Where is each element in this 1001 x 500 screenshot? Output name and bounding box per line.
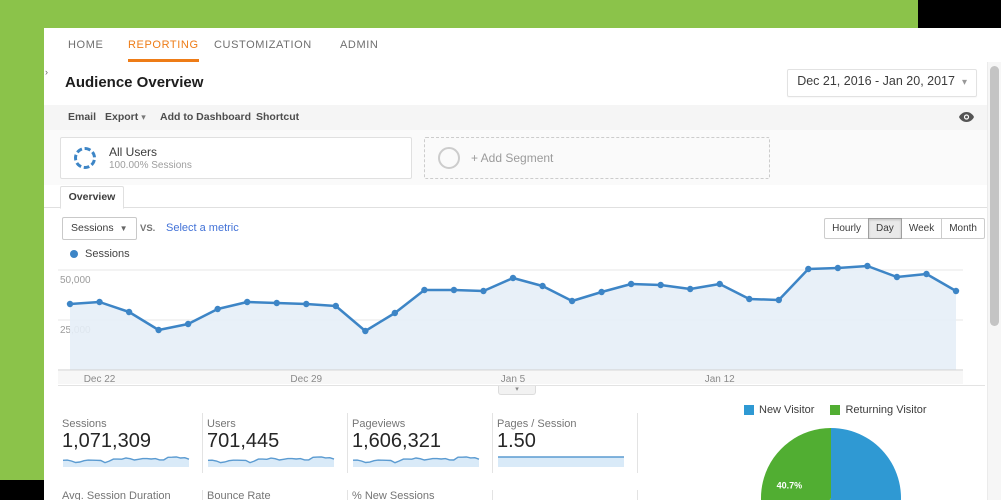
metric-card-users: Users 701,445: [207, 413, 348, 473]
metric-label[interactable]: Bounce Rate: [207, 490, 271, 500]
metric-card-pages-per-session: Pages / Session 1.50: [497, 413, 638, 473]
svg-text:Jan 5: Jan 5: [501, 374, 526, 384]
email-button[interactable]: Email: [68, 105, 96, 130]
export-button[interactable]: Export ▾: [105, 105, 146, 130]
metric-value: 701,445: [207, 430, 280, 452]
segment-subtitle: 100.00% Sessions: [109, 160, 192, 171]
sessions-sparkline: [62, 456, 190, 467]
sessions-legend-label: Sessions: [85, 248, 130, 260]
sessions-line-chart: 25,00050,000Dec 22Dec 29Jan 5Jan 12: [58, 262, 963, 384]
nav-item-reporting[interactable]: REPORTING: [128, 28, 199, 62]
granularity-day-button[interactable]: Day: [868, 218, 902, 239]
legend-label: New Visitor: [759, 404, 815, 416]
vertical-scrollbar: [987, 62, 1001, 500]
metric-label[interactable]: Pageviews: [352, 418, 405, 430]
metric-label[interactable]: Users: [207, 418, 236, 430]
legend-returning-visitor: Returning Visitor: [830, 404, 927, 416]
nav-item-customization[interactable]: CUSTOMIZATION: [214, 28, 312, 62]
report-toolbar: Email Export ▾ Add to Dashboard Shortcut: [44, 105, 1001, 131]
date-range-selector[interactable]: Dec 21, 2016 - Jan 20, 2017 ▾: [787, 69, 977, 97]
report-header: › Audience Overview Dec 21, 2016 - Jan 2…: [44, 62, 1001, 106]
returning-visitor-swatch-icon: [830, 405, 841, 415]
scrollbar-thumb[interactable]: [990, 66, 999, 326]
tab-divider: [44, 207, 988, 208]
metric-label[interactable]: Sessions: [62, 418, 107, 430]
visitor-type-pie-chart: 40.7%: [760, 428, 901, 500]
add-segment-button[interactable]: + Add Segment: [424, 137, 770, 179]
add-to-dashboard-button[interactable]: Add to Dashboard: [160, 105, 251, 130]
top-nav: HOME REPORTING CUSTOMIZATION ADMIN: [44, 28, 1001, 63]
legend-label: Returning Visitor: [845, 404, 927, 416]
users-sparkline: [207, 456, 335, 467]
insights-eye-icon[interactable]: [958, 110, 975, 129]
svg-text:50,000: 50,000: [60, 275, 91, 286]
metric-value: 1.50: [497, 430, 536, 452]
tab-overview[interactable]: Overview: [60, 186, 124, 209]
segment-title: All Users: [109, 145, 158, 159]
nav-item-admin[interactable]: ADMIN: [340, 28, 378, 62]
date-range-text: Dec 21, 2016 - Jan 20, 2017: [797, 74, 955, 88]
metric-card-new-sessions: % New Sessions: [352, 490, 493, 500]
caret-down-icon: ▾: [141, 112, 146, 122]
nav-item-home[interactable]: HOME: [68, 28, 103, 62]
segment-ring-icon: [74, 147, 96, 169]
caret-down-icon: ▾: [961, 77, 967, 88]
select-a-metric-link[interactable]: Select a metric: [166, 222, 239, 234]
chart-controls: Sessions ▼ VS. Select a metric Hourly Day…: [44, 212, 1001, 244]
new-visitor-swatch-icon: [744, 405, 754, 415]
add-segment-ring-icon: [438, 147, 460, 169]
frame-green-left: [0, 0, 44, 480]
sidebar-expand-icon[interactable]: ›: [45, 67, 48, 77]
svg-text:Dec 22: Dec 22: [84, 374, 116, 384]
metric-card-pageviews: Pageviews 1,606,321: [352, 413, 493, 473]
page-title: Audience Overview: [65, 74, 204, 91]
shortcut-button[interactable]: Shortcut: [256, 105, 299, 130]
caret-down-icon: ▼: [119, 224, 128, 233]
vs-label: VS.: [140, 223, 156, 234]
metric-card-sessions: Sessions 1,071,309: [62, 413, 203, 473]
svg-text:Jan 12: Jan 12: [705, 374, 735, 384]
granularity-month-button[interactable]: Month: [941, 218, 985, 239]
granularity-switcher: Hourly Day Week Month: [824, 218, 985, 239]
segment-all-users[interactable]: All Users 100.00% Sessions: [60, 137, 412, 179]
collapse-caret-icon: ▾: [515, 386, 519, 393]
metric-card-avg-session-duration: Avg. Session Duration: [62, 490, 203, 500]
metric-label[interactable]: % New Sessions: [352, 490, 435, 500]
pageviews-sparkline: [352, 456, 480, 467]
pie-legend: New Visitor Returning Visitor: [744, 404, 927, 416]
analytics-app-window: HOME REPORTING CUSTOMIZATION ADMIN › Aud…: [44, 28, 1001, 500]
svg-text:Dec 29: Dec 29: [290, 374, 322, 384]
frame-green-top: [0, 0, 918, 28]
segments-band: All Users 100.00% Sessions + Add Segment: [44, 130, 1001, 185]
metric-select-dropdown[interactable]: Sessions ▼: [62, 217, 137, 240]
metric-value: 1,071,309: [62, 430, 151, 452]
svg-text:40.7%: 40.7%: [777, 481, 803, 491]
pages-per-session-sparkline: [498, 456, 624, 467]
sessions-legend-dot-icon: [70, 250, 78, 258]
metric-card-empty: [497, 490, 638, 500]
metric-card-bounce-rate: Bounce Rate: [207, 490, 348, 500]
metric-label[interactable]: Avg. Session Duration: [62, 490, 171, 500]
metric-label[interactable]: Pages / Session: [497, 418, 577, 430]
add-segment-label: + Add Segment: [471, 151, 554, 165]
granularity-hourly-button[interactable]: Hourly: [824, 218, 870, 239]
metric-select-label: Sessions: [71, 222, 114, 234]
metric-value: 1,606,321: [352, 430, 441, 452]
chart-collapse-handle[interactable]: ▾: [498, 386, 536, 395]
legend-new-visitor: New Visitor: [744, 404, 814, 416]
granularity-week-button[interactable]: Week: [900, 218, 943, 239]
chart-legend: Sessions: [70, 248, 130, 260]
export-label: Export: [105, 111, 139, 123]
